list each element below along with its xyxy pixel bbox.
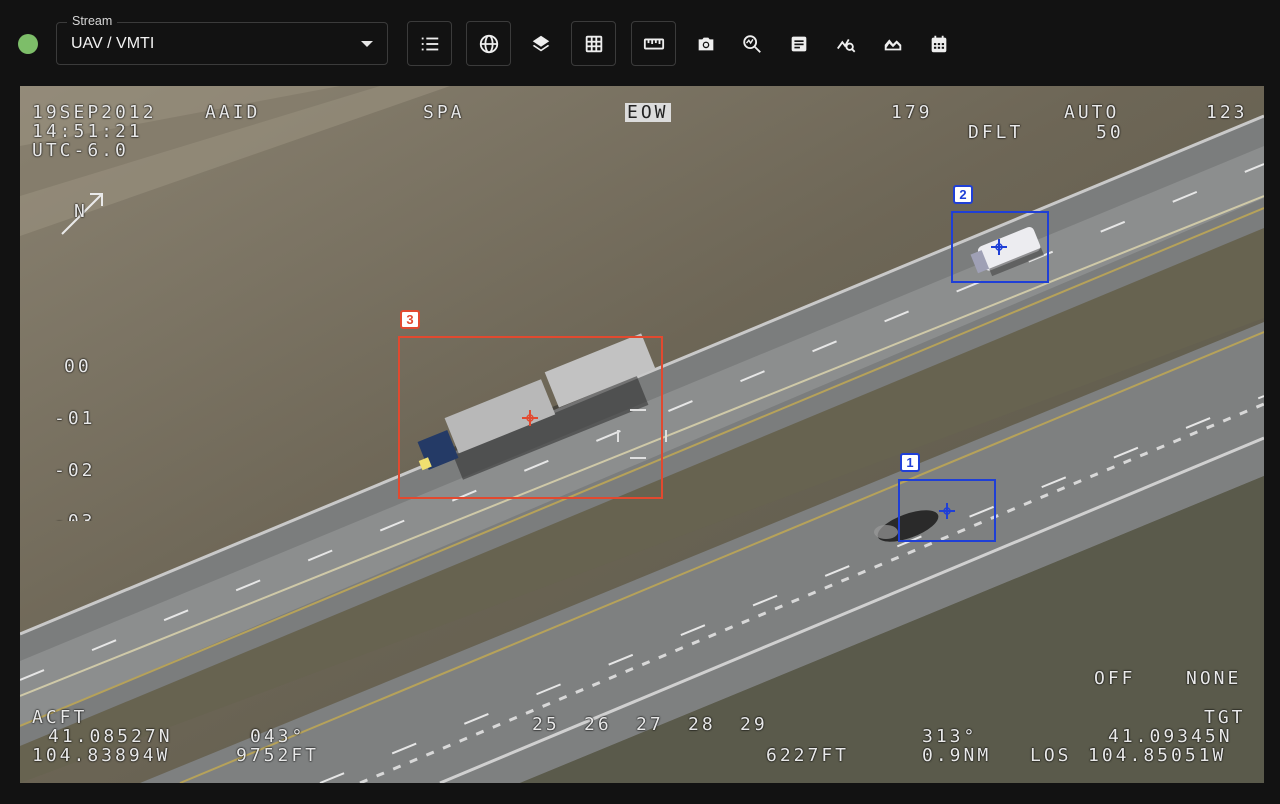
osd-timezone: UTC-6.0: [32, 140, 129, 161]
list-icon: [421, 37, 438, 50]
osd-altitude: 9752FT: [236, 745, 320, 766]
globe-icon: [479, 34, 498, 53]
osd-123: 123: [1206, 102, 1248, 123]
elevation-tick: 00: [64, 356, 92, 377]
osd-slant-range: 6227FT: [766, 745, 850, 766]
video-feed[interactable]: 19SEP2012 AAID 14:51:21 UTC-6.0 SPA EOW …: [20, 86, 1264, 783]
area-chart-icon: [884, 39, 902, 51]
osd-sensor: AAID: [205, 102, 261, 123]
snapshot-button[interactable]: [694, 32, 718, 56]
compass-scale-tick: 25: [532, 714, 560, 735]
ruler-button[interactable]: [631, 21, 676, 66]
track-label-3[interactable]: 3: [400, 310, 420, 329]
osd-tgt-lat: 41.09345N: [1108, 726, 1233, 747]
search-chart-button[interactable]: [834, 32, 858, 56]
zoom-analytics-icon: [743, 35, 761, 53]
zoom-analytics-button[interactable]: [740, 32, 764, 56]
track-label-1[interactable]: 1: [900, 453, 920, 472]
grid-button[interactable]: [571, 21, 616, 66]
stream-status-indicator: [18, 34, 38, 54]
osd-spa: SPA: [423, 102, 465, 123]
crosshair-icon: [939, 503, 955, 519]
layers-icon: [532, 35, 550, 52]
compass-scale-tick: 29: [740, 714, 768, 735]
osd-tgt-label: TGT: [1204, 707, 1246, 728]
notes-icon: [791, 36, 807, 52]
calendar-button[interactable]: [927, 32, 951, 56]
grid-icon: [585, 35, 602, 52]
chevron-down-icon: [361, 41, 373, 47]
center-sight-icon: [617, 409, 667, 459]
osd-eow: EOW: [625, 102, 671, 123]
osd-tgt-lon: 104.85051W: [1088, 745, 1227, 766]
calendar-icon: [931, 35, 947, 53]
search-chart-icon: [837, 38, 856, 53]
notes-button[interactable]: [787, 32, 811, 56]
track-label-2[interactable]: 2: [953, 185, 973, 204]
osd-off: OFF: [1094, 668, 1136, 689]
elevation-tick: -02: [54, 460, 96, 481]
osd-heading: 043°: [250, 726, 306, 747]
stream-select-label: Stream: [67, 14, 118, 28]
globe-button[interactable]: [466, 21, 511, 66]
stream-select[interactable]: Stream UAV / VMTI: [56, 14, 388, 65]
compass-scale-tick: 26: [584, 714, 612, 735]
compass-scale-tick: 28: [688, 714, 716, 735]
osd-acft-lat: 41.08527N: [48, 726, 173, 747]
area-chart-button[interactable]: [881, 32, 905, 56]
compass-scale-tick: 27: [636, 714, 664, 735]
top-toolbar: Stream UAV / VMTI: [0, 0, 1280, 86]
ruler-icon: [643, 38, 664, 49]
osd-acft-label: ACFT: [32, 707, 88, 728]
osd-dflt: DFLT: [968, 122, 1024, 143]
osd-north-label: N: [74, 201, 88, 222]
osd-179: 179: [891, 102, 933, 123]
osd-los: LOS: [1030, 745, 1072, 766]
stream-select-value: UAV / VMTI: [71, 35, 155, 52]
osd-50: 50: [1096, 122, 1124, 143]
crosshair-icon: [991, 239, 1007, 255]
osd-none: NONE: [1186, 668, 1242, 689]
crosshair-icon: [522, 410, 538, 426]
osd-bearing: 313°: [922, 726, 978, 747]
osd-acft-lon: 104.83894W: [32, 745, 171, 766]
osd-date: 19SEP2012: [32, 102, 157, 123]
osd-time: 14:51:21: [32, 121, 143, 142]
osd-range: 0.9NM: [922, 745, 992, 766]
osd-auto: AUTO: [1064, 102, 1120, 123]
camera-icon: [698, 37, 714, 51]
list-button[interactable]: [407, 21, 452, 66]
elevation-tick: -01: [54, 408, 96, 429]
layers-button[interactable]: [529, 32, 553, 56]
